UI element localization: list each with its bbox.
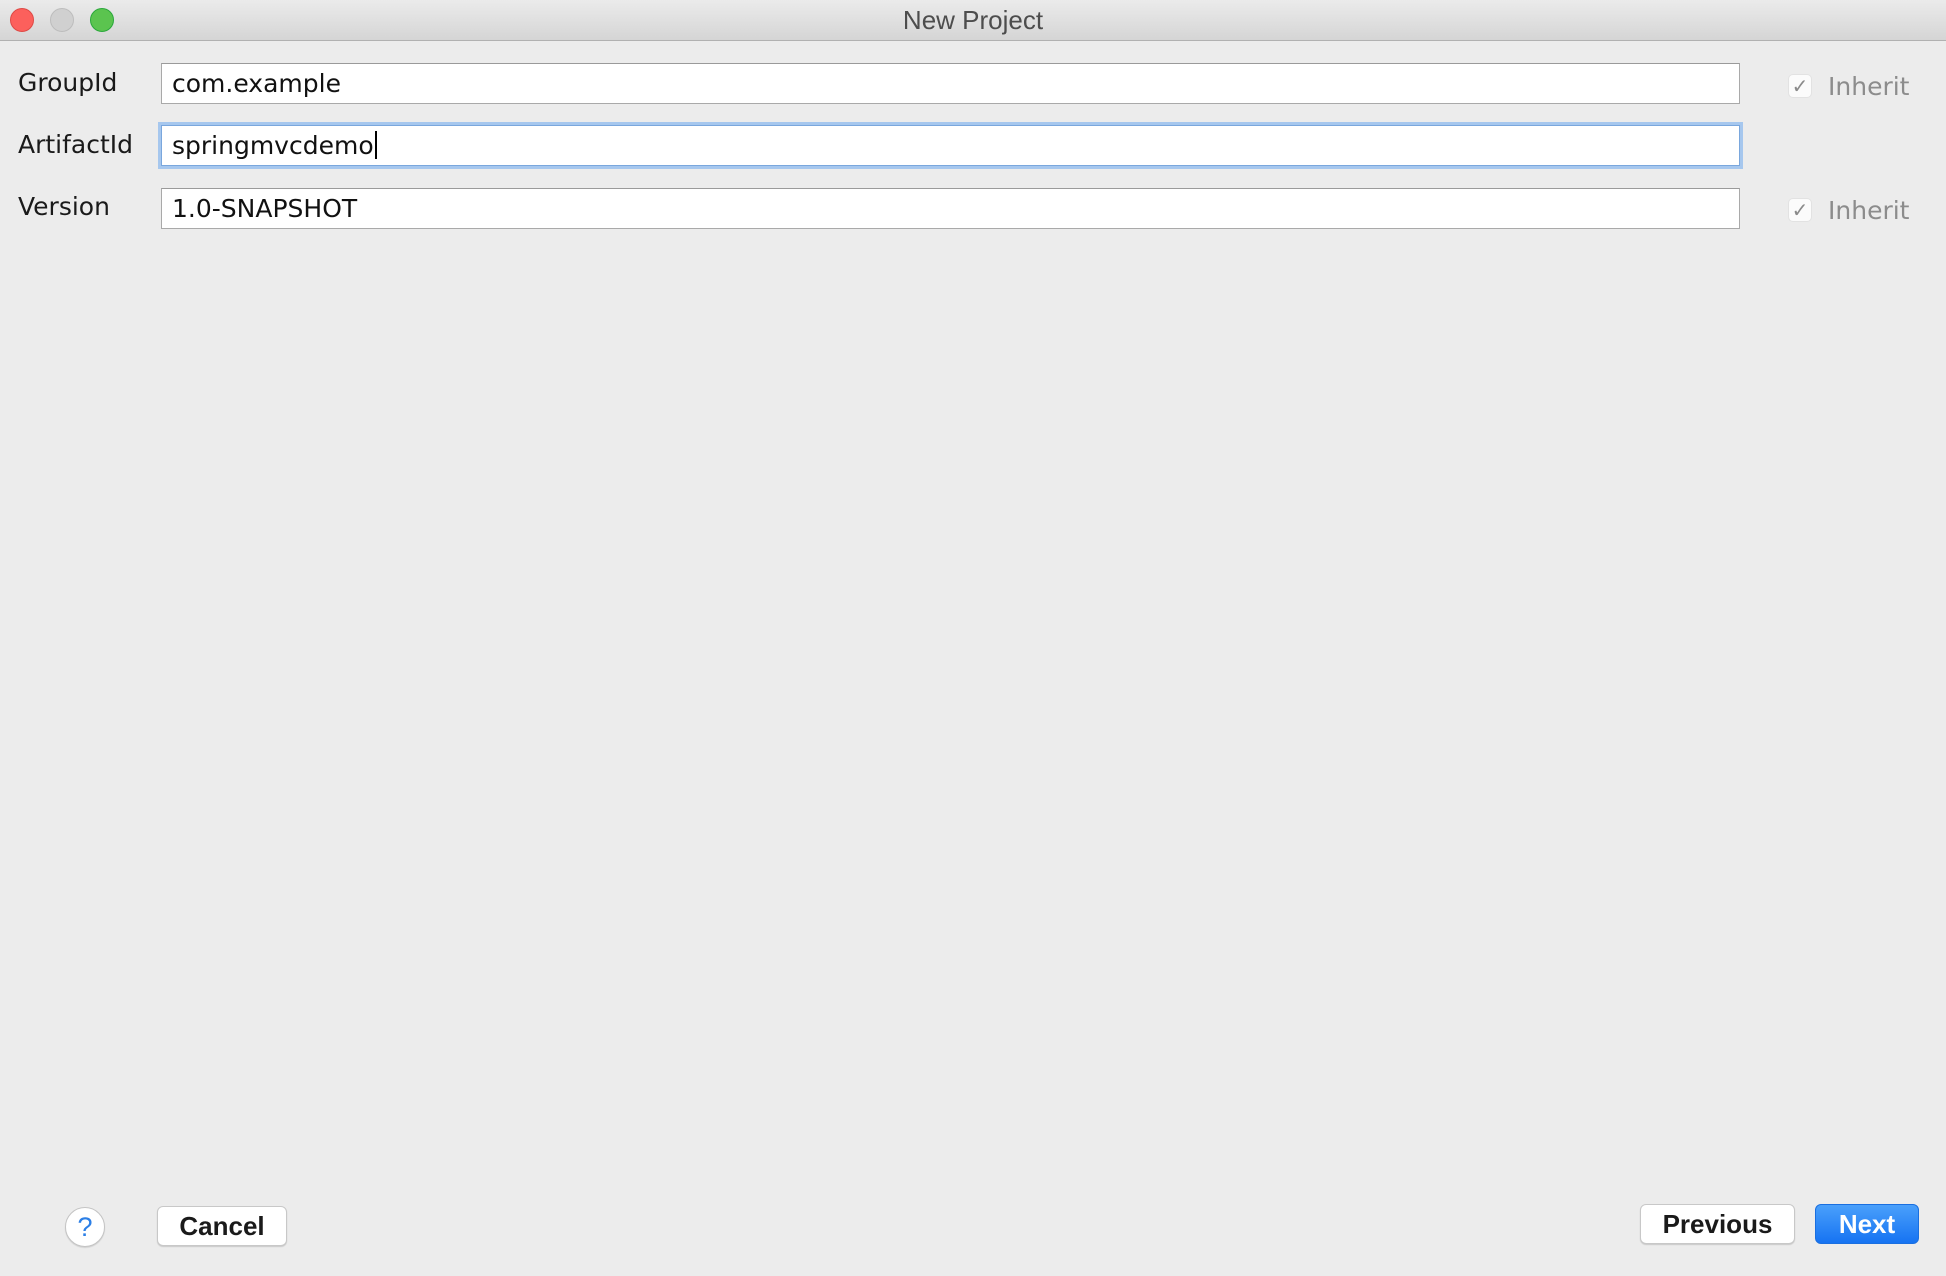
artifact-id-value: springmvcdemo — [172, 131, 374, 160]
help-button[interactable]: ? — [65, 1207, 105, 1247]
checkbox-box[interactable]: ✓ — [1788, 74, 1812, 98]
inherit-label: Inherit — [1828, 71, 1910, 101]
version-inherit-checkbox[interactable]: ✓ Inherit — [1788, 195, 1910, 225]
new-project-window: New Project GroupId com.example ✓ Inheri… — [0, 0, 1946, 1276]
group-id-label: GroupId — [18, 68, 118, 97]
group-id-inherit-checkbox[interactable]: ✓ Inherit — [1788, 71, 1910, 101]
version-input[interactable]: 1.0-SNAPSHOT — [161, 188, 1740, 229]
inherit-label: Inherit — [1828, 195, 1910, 225]
artifact-id-input[interactable]: springmvcdemo — [161, 125, 1740, 166]
cancel-button[interactable]: Cancel — [157, 1206, 287, 1246]
artifact-id-label: ArtifactId — [18, 130, 134, 159]
next-button[interactable]: Next — [1815, 1204, 1919, 1244]
version-label: Version — [18, 192, 110, 221]
checkmark-icon: ✓ — [1791, 74, 1809, 98]
title-bar[interactable]: New Project — [0, 0, 1946, 41]
text-caret — [374, 131, 377, 159]
version-value: 1.0-SNAPSHOT — [172, 194, 358, 223]
help-icon: ? — [77, 1211, 93, 1242]
checkmark-icon: ✓ — [1791, 198, 1809, 222]
window-title: New Project — [902, 5, 1044, 35]
checkbox-box[interactable]: ✓ — [1788, 198, 1812, 222]
group-id-value: com.example — [172, 69, 341, 98]
group-id-input[interactable]: com.example — [161, 63, 1740, 104]
previous-button[interactable]: Previous — [1640, 1204, 1795, 1244]
